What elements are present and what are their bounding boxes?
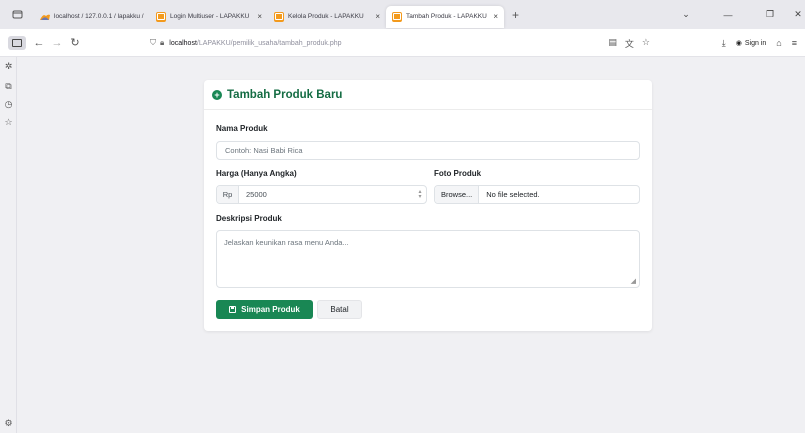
new-tab-button[interactable]: + [512,8,519,22]
lapakku-icon [156,11,166,22]
save-product-button[interactable]: Simpan Produk [216,300,313,319]
number-spinner-icon[interactable]: ▴ ▾ [414,189,426,200]
resize-handle-icon[interactable]: ◢ [631,277,636,285]
tab-login[interactable]: Login Multiuser - LAPAKKU × [150,6,268,28]
card-header: + Tambah Produk Baru [204,80,652,110]
extensions-icon[interactable]: ⌂ [776,38,781,48]
price-input[interactable]: 25000 [239,190,414,199]
plus-circle-icon: + [212,89,222,100]
menu-icon[interactable]: ≡ [792,38,797,48]
tab-overview-icon[interactable] [0,0,34,29]
tab-strip: localhost / 127.0.0.1 / lapakku / × Logi… [0,0,805,29]
bookmark-star-icon[interactable]: ☆ [642,37,650,50]
lock-icon[interactable]: 🔒︎ [160,38,164,48]
nav-bar: ← → ↻ ⛉ 🔒︎ localhost/LAPAKKU/pemilik_usa… [0,29,805,57]
description-label: Deskripsi Produk [216,214,282,223]
window-controls: ⌄ — ❐ ✕ [665,0,805,29]
tab-tambah-produk[interactable]: Tambah Produk - LAPAKKU × [386,5,504,28]
bookmarks-icon[interactable]: ☆ [3,117,14,128]
minimize-icon[interactable]: — [707,10,749,20]
chevron-down-icon[interactable]: ⌄ [665,9,707,20]
shield-icon: ⛉ [150,38,156,47]
synced-tabs-icon[interactable]: ⧉ [3,81,14,92]
maximize-icon[interactable]: ❐ [749,9,791,20]
photo-label: Foto Produk [434,169,482,178]
file-status: No file selected. [486,190,540,199]
currency-prefix: Rp [217,186,239,203]
download-icon[interactable]: ⤓ [722,38,726,49]
sidebar-toggle-icon[interactable] [8,35,26,50]
phpmyadmin-icon [40,12,50,22]
reload-icon[interactable]: ↻ [66,36,84,49]
close-icon[interactable]: × [257,12,262,21]
lapakku-icon [274,11,284,22]
browse-button[interactable]: Browse... [435,186,480,203]
page-title: Tambah Produk Baru [227,88,343,101]
back-icon[interactable]: ← [30,37,48,49]
price-label: Harga (Hanya Angka) [216,169,297,178]
close-icon[interactable]: × [493,12,498,21]
reader-view-icon[interactable]: ▤ [608,37,617,50]
tab-kelola-produk[interactable]: Kelola Produk - LAPAKKU × [268,6,386,28]
price-input-group: Rp 25000 ▴ ▾ [216,185,427,204]
browser-sidebar: ✲ ⧉ ◷ ☆ ⚙ [0,57,17,433]
save-icon [229,306,237,313]
product-name-label: Nama Produk [216,124,268,133]
url-bar[interactable]: ⛉ 🔒︎ localhost/LAPAKKU/pemilik_usaha/tam… [150,34,650,52]
account-icon: ◉ [735,40,742,47]
tab-phpmyadmin[interactable]: localhost / 127.0.0.1 / lapakku / × [34,6,150,28]
settings-gear-icon[interactable]: ⚙ [3,418,14,429]
photo-file-input[interactable]: Browse... No file selected. [434,185,640,204]
sign-in-button[interactable]: ◉ Sign in [735,39,767,48]
add-product-card: + Tambah Produk Baru Nama Produk Contoh:… [204,80,652,331]
close-icon[interactable]: ✕ [791,9,805,20]
lapakku-icon [392,11,402,22]
cancel-button[interactable]: Batal [317,300,362,319]
translate-icon[interactable]: 文 [625,37,634,50]
description-textarea[interactable]: Jelaskan keunikan rasa menu Anda... ◢ [216,230,640,288]
product-name-input[interactable]: Contoh: Nasi Babi Rica [216,141,640,160]
history-icon[interactable]: ◷ [3,99,14,110]
forward-icon[interactable]: → [48,37,66,49]
ai-chatbot-icon[interactable]: ✲ [3,61,14,72]
close-icon[interactable]: × [375,12,380,21]
